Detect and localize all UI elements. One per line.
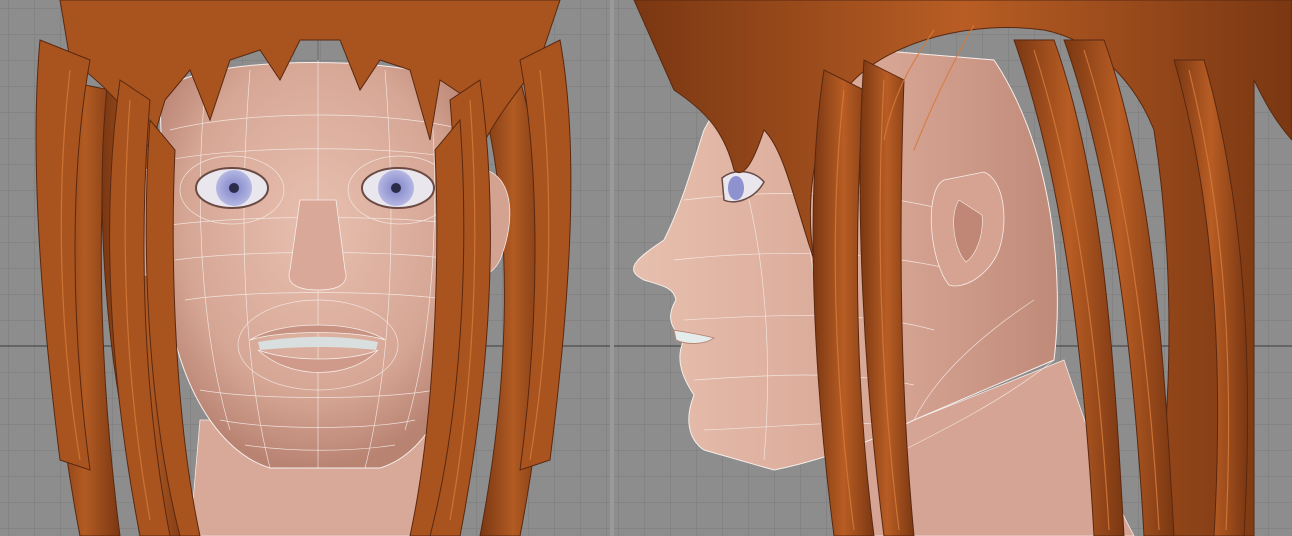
side-viewport[interactable]	[614, 0, 1292, 536]
side-view-canvas[interactable]	[614, 0, 1292, 536]
modeling-viewports	[0, 0, 1292, 536]
left-eye	[195, 167, 269, 209]
right-eye	[361, 167, 435, 209]
front-view-canvas[interactable]	[0, 0, 610, 536]
front-viewport[interactable]	[0, 0, 610, 536]
